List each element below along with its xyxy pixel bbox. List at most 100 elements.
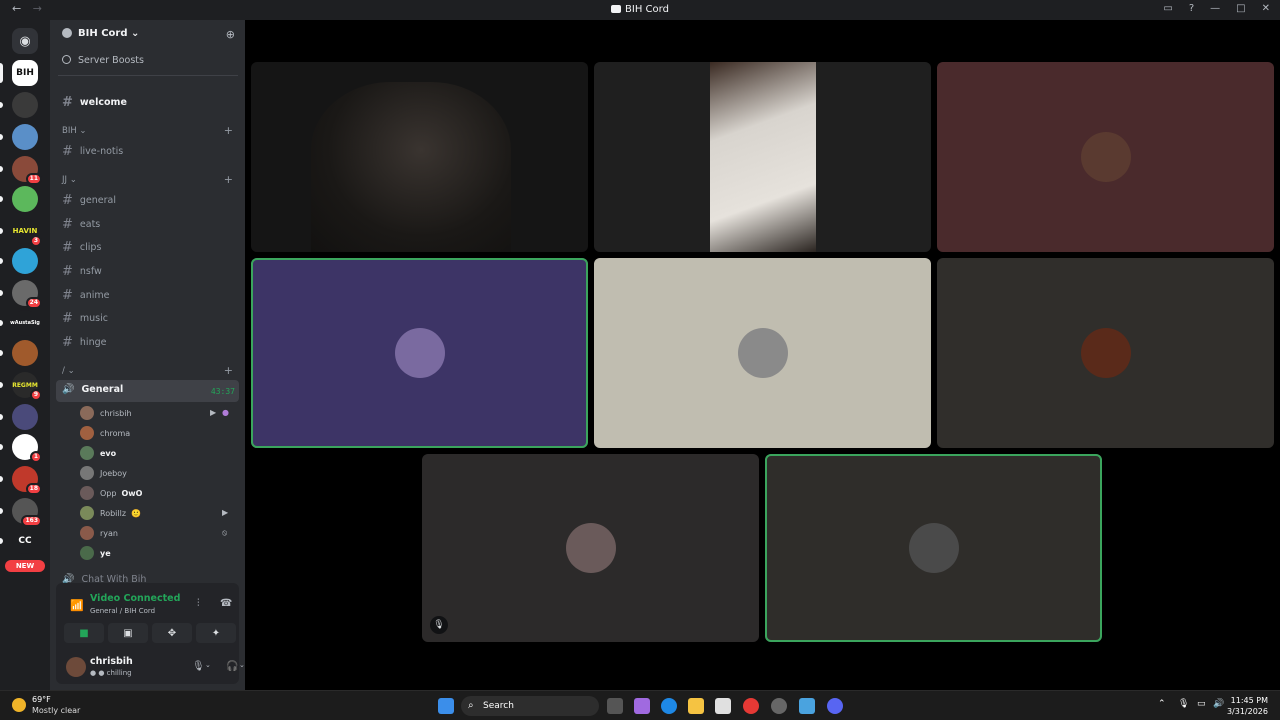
channel-nsfw[interactable]: # nsfw bbox=[62, 264, 102, 279]
channel-clips[interactable]: # clips bbox=[62, 240, 101, 255]
voice-user[interactable]: chroma bbox=[80, 426, 130, 440]
connection-location[interactable]: General / BIH Cord bbox=[90, 607, 155, 615]
server-icon[interactable]: 163 bbox=[12, 498, 42, 527]
chevron-down-icon[interactable]: ⌄ bbox=[239, 661, 245, 669]
boosts-label: Server Boosts bbox=[78, 55, 144, 66]
voice-user[interactable]: evo bbox=[80, 446, 116, 460]
server-icon[interactable]: wAustaSig bbox=[10, 310, 40, 336]
invite-icon[interactable]: ⊕ bbox=[226, 28, 235, 41]
mention-badge: 163 bbox=[21, 515, 42, 527]
hash-icon: # bbox=[62, 240, 73, 255]
maximize-icon[interactable]: □ bbox=[1236, 3, 1245, 14]
server-icon[interactable] bbox=[12, 404, 38, 430]
voice-user[interactable]: Joeboy bbox=[80, 466, 127, 480]
copilot-icon[interactable] bbox=[634, 698, 650, 714]
new-servers-pill[interactable]: NEW bbox=[5, 560, 45, 572]
server-icon[interactable]: CC bbox=[12, 528, 38, 554]
channel-live-notis[interactable]: # live-notis bbox=[62, 144, 123, 159]
microphone-icon[interactable]: 🎙 bbox=[1178, 699, 1189, 709]
server-boosts[interactable]: Server Boosts bbox=[62, 55, 144, 66]
avatar[interactable] bbox=[66, 657, 86, 677]
file-explorer-icon[interactable] bbox=[688, 698, 704, 714]
chevron-down-icon[interactable]: ⌄ bbox=[205, 661, 211, 669]
category-bih[interactable]: BIH ⌄ bbox=[62, 126, 87, 136]
microphone-icon[interactable]: 🎙 bbox=[192, 661, 205, 672]
channel-label: general bbox=[79, 195, 117, 206]
screenshare-button[interactable]: ▣ bbox=[108, 623, 148, 643]
camera-button[interactable]: ■ bbox=[64, 623, 104, 643]
voice-user[interactable]: Opp OwO bbox=[80, 486, 142, 500]
voice-user[interactable]: ye bbox=[80, 546, 111, 560]
chevron-up-icon[interactable]: ⌃ bbox=[1158, 699, 1166, 709]
steam-icon[interactable] bbox=[771, 698, 787, 714]
channel-welcome[interactable]: # welcome bbox=[62, 95, 127, 110]
chrome-icon[interactable] bbox=[743, 698, 759, 714]
server-icon[interactable]: REGMM 9 bbox=[12, 372, 42, 401]
voice-user[interactable]: chrisbih bbox=[80, 406, 132, 420]
avatar bbox=[80, 406, 94, 420]
video-tile-2[interactable] bbox=[594, 62, 931, 252]
add-channel-icon[interactable]: + bbox=[224, 124, 233, 137]
channel-hinge[interactable]: # hinge bbox=[62, 335, 106, 350]
discord-home-icon[interactable]: ◉ bbox=[12, 28, 38, 54]
inbox-icon[interactable]: ▭ bbox=[1163, 3, 1172, 14]
unread-indicator bbox=[0, 258, 3, 264]
server-icon[interactable] bbox=[12, 340, 38, 366]
avatar-tile-7[interactable]: 🎙 bbox=[422, 454, 759, 642]
voice-user[interactable]: ryan bbox=[80, 526, 118, 540]
avatar-tile-8[interactable] bbox=[765, 454, 1102, 642]
server-icon[interactable]: 11 bbox=[12, 156, 42, 185]
server-icon[interactable]: 24 bbox=[12, 280, 42, 309]
avatar-tile-3[interactable] bbox=[937, 62, 1274, 252]
channel-general[interactable]: # general bbox=[62, 193, 116, 208]
channel-anime[interactable]: # anime bbox=[62, 288, 110, 303]
avatar-tile-5[interactable] bbox=[594, 258, 931, 448]
channel-eats[interactable]: # eats bbox=[62, 217, 100, 232]
store-icon[interactable] bbox=[715, 698, 731, 714]
edge-icon[interactable] bbox=[661, 698, 677, 714]
server-icon[interactable] bbox=[12, 186, 38, 212]
hash-icon: # bbox=[62, 288, 73, 303]
voice-user[interactable]: Robillz 🙂 bbox=[80, 506, 141, 520]
mention-badge: 9 bbox=[29, 389, 42, 401]
add-channel-icon[interactable]: + bbox=[224, 364, 233, 377]
category-jj[interactable]: JJ ⌄ bbox=[62, 175, 77, 185]
noise-suppression-icon[interactable]: ⫶ bbox=[197, 598, 200, 609]
server-header[interactable]: BIH Cord ⌄ bbox=[62, 28, 139, 39]
soundboard-button[interactable]: ✦ bbox=[196, 623, 236, 643]
server-icon[interactable]: HAVIN 3 bbox=[12, 218, 42, 247]
disconnect-icon[interactable]: ☎ bbox=[220, 598, 232, 609]
search-box[interactable]: ⌕ Search bbox=[461, 696, 599, 716]
clock-time: 11:45 PM bbox=[1230, 696, 1268, 705]
server-icon[interactable] bbox=[12, 124, 38, 150]
server-icon[interactable] bbox=[12, 248, 38, 274]
discord-icon[interactable] bbox=[827, 698, 843, 714]
add-channel-icon[interactable]: + bbox=[224, 173, 233, 186]
unread-indicator bbox=[0, 476, 3, 482]
volume-icon[interactable]: 🔊 bbox=[1213, 699, 1224, 709]
voice-user-tag: 🙂 bbox=[131, 508, 142, 518]
system-clock[interactable]: 11:45 PM 3/31/2026 bbox=[1227, 695, 1268, 717]
category-slash[interactable]: / ⌄ bbox=[62, 366, 75, 376]
activities-button[interactable]: ✥ bbox=[152, 623, 192, 643]
weather-icon[interactable] bbox=[12, 698, 26, 712]
task-view-icon[interactable] bbox=[607, 698, 623, 714]
boost-icon bbox=[62, 55, 71, 64]
headphones-icon[interactable]: 🎧 bbox=[226, 661, 238, 672]
start-icon[interactable] bbox=[438, 698, 454, 714]
avatar-tile-4[interactable] bbox=[251, 258, 588, 448]
network-icon[interactable]: ▭ bbox=[1197, 699, 1206, 709]
server-icon[interactable]: BIH bbox=[12, 60, 38, 86]
minimize-icon[interactable]: — bbox=[1210, 3, 1220, 14]
server-icon[interactable]: 18 bbox=[12, 466, 42, 495]
close-icon[interactable]: ✕ bbox=[1262, 3, 1270, 14]
server-icon[interactable] bbox=[12, 92, 38, 118]
avatar-tile-6[interactable] bbox=[937, 258, 1274, 448]
window-title: BIH Cord bbox=[0, 4, 1280, 15]
server-icon[interactable]: 1 bbox=[12, 434, 42, 463]
voice-channel-general[interactable]: 🔊 General bbox=[62, 384, 123, 395]
video-tile-1[interactable] bbox=[251, 62, 588, 252]
help-icon[interactable]: ? bbox=[1189, 3, 1194, 14]
notepad-icon[interactable] bbox=[799, 698, 815, 714]
channel-music[interactable]: # music bbox=[62, 311, 108, 326]
